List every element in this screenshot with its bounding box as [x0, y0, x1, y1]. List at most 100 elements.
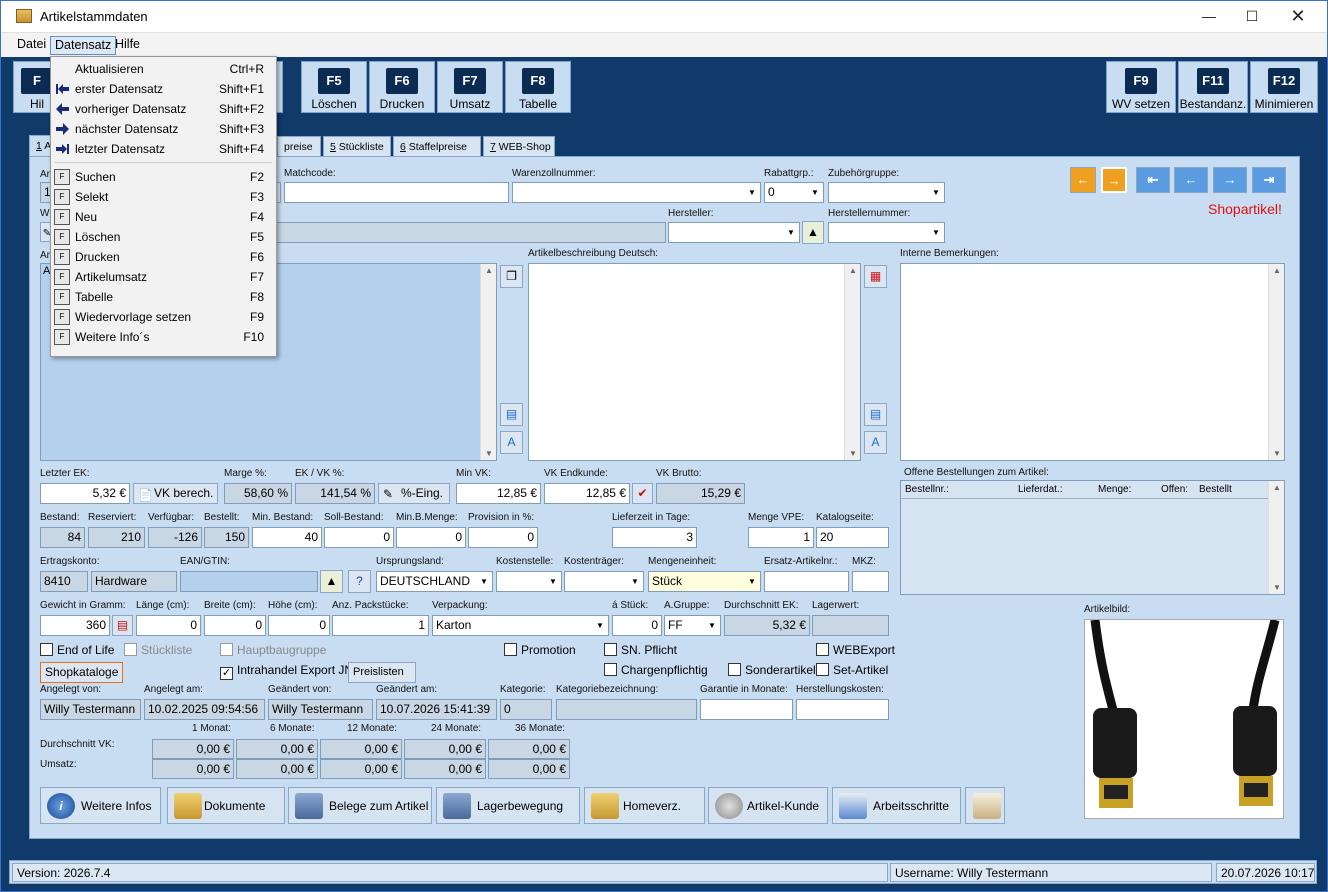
menu-item-loeschen[interactable]: F Löschen F5	[51, 227, 276, 247]
ersatz-input[interactable]	[764, 571, 849, 592]
preislisten-button[interactable]: Preislisten	[348, 662, 416, 683]
clipboard-button[interactable]	[965, 787, 1005, 824]
lagerbewegung-button[interactable]: Lagerbewegung	[436, 787, 580, 824]
mengevpe-input[interactable]: 1	[748, 527, 814, 548]
import-ean-icon[interactable]: ▲	[320, 570, 343, 593]
hersteller-combo[interactable]: ▼	[668, 222, 800, 243]
stueckliste-checkbox[interactable]: Stückliste	[124, 643, 192, 658]
kostenstelle-combo[interactable]: ▼	[496, 571, 562, 592]
dokumente-button[interactable]: Dokumente	[167, 787, 285, 824]
matchcode-input[interactable]	[284, 182, 509, 203]
hoehe-input[interactable]: 0	[268, 615, 330, 636]
sonder-checkbox[interactable]: Sonderartikel	[728, 663, 816, 678]
zubehoer-combo[interactable]: ▼	[828, 182, 945, 203]
belege-button[interactable]: Belege zum Artikel	[288, 787, 432, 824]
scrollbar[interactable]: ▲ ▼	[1268, 481, 1284, 594]
first-record-icon[interactable]: ←	[1070, 167, 1096, 193]
lieferzeit-input[interactable]: 3	[612, 527, 697, 548]
menu-datei[interactable]: Datei	[13, 37, 50, 51]
text-edit-icon[interactable]: A	[500, 431, 523, 454]
menu-item-drucken[interactable]: F Drucken F6	[51, 247, 276, 267]
katalogseite-input[interactable]: 20	[816, 527, 889, 548]
tab-staffelpreise[interactable]: 6 Staffelpreise	[393, 136, 481, 158]
charge-checkbox[interactable]: Chargenpflichtig	[604, 663, 708, 678]
f12-minimize-button[interactable]: F12 Minimieren	[1250, 61, 1318, 113]
rabatt-combo[interactable]: 0 ▼	[764, 182, 824, 203]
article-image[interactable]	[1084, 619, 1284, 819]
arbeitsschritte-button[interactable]: Arbeitsschritte	[832, 787, 961, 824]
maximize-window-button[interactable]: ☐	[1229, 1, 1275, 32]
scrollbar[interactable]: ▲ ▼	[844, 264, 860, 460]
menu-item-neu[interactable]: F Neu F4	[51, 207, 276, 227]
import-icon[interactable]: ▲	[802, 221, 824, 244]
jump-first-icon[interactable]: ⇤	[1136, 167, 1170, 193]
herstellernr-combo[interactable]: ▼	[828, 222, 945, 243]
weitere-infos-button[interactable]: i Weitere Infos	[40, 787, 161, 824]
scrollbar[interactable]: ▲ ▼	[1268, 264, 1284, 460]
hauptbaugruppe-checkbox[interactable]: Hauptbaugruppe	[220, 643, 326, 658]
herstkosten-input[interactable]	[796, 699, 889, 720]
breite-input[interactable]: 0	[204, 615, 266, 636]
laenge-input[interactable]: 0	[136, 615, 201, 636]
menu-item-aktualisieren[interactable]: Aktualisieren Ctrl+R	[51, 59, 276, 79]
copy-icon[interactable]: ❐	[500, 265, 523, 288]
menu-item-weitere-infos[interactable]: F Weitere Info´s F10	[51, 327, 276, 347]
mkz-input[interactable]	[852, 571, 889, 592]
garantie-input[interactable]	[700, 699, 793, 720]
prev-blue-icon[interactable]: ←	[1174, 167, 1208, 193]
f6-print-button[interactable]: F6 Drucken	[369, 61, 435, 113]
minbestand-input[interactable]: 40	[252, 527, 322, 548]
f8-table-button[interactable]: F8 Tabelle	[505, 61, 571, 113]
minimize-window-button[interactable]: —	[1186, 1, 1232, 32]
minvk-input[interactable]: 12,85 €	[456, 483, 541, 504]
text-edit-icon-2[interactable]: A	[864, 431, 887, 454]
f5-delete-button[interactable]: F5 Löschen	[301, 61, 367, 113]
tab-preise[interactable]: preise	[277, 136, 321, 158]
menu-item-erster[interactable]: erster Datensatz Shift+F1	[51, 79, 276, 99]
kostentraeger-combo[interactable]: ▼	[564, 571, 644, 592]
menu-item-naechster[interactable]: nächster Datensatz Shift+F3	[51, 119, 276, 139]
tab-webshop[interactable]: 7 WEB-Shop	[483, 136, 555, 158]
astueck-input[interactable]: 0	[612, 615, 662, 636]
snpflicht-checkbox[interactable]: SN. Pflicht	[604, 643, 677, 658]
mengeneinheit-combo[interactable]: Stück ▼	[648, 571, 761, 592]
ean-input[interactable]	[180, 571, 318, 592]
help-icon[interactable]: ?	[348, 570, 371, 593]
next-arrow-icon[interactable]: →	[1101, 167, 1127, 193]
homeverz-button[interactable]: Homeverz.	[584, 787, 705, 824]
prozent-eing-button[interactable]: ✎ %-Eing.	[378, 483, 450, 504]
description-textarea[interactable]: ▲ ▼	[528, 263, 861, 461]
intrahandel-checkbox[interactable]: ✓ Intrahandel Export JN	[220, 663, 353, 680]
vk-berech-button[interactable]: 📄 VK berech.	[133, 483, 218, 504]
ertragskonto-field[interactable]: 8410	[40, 571, 88, 592]
endoflife-checkbox[interactable]: End of Life	[40, 643, 114, 658]
set-checkbox[interactable]: Set-Artikel	[816, 663, 888, 678]
f7-sales-button[interactable]: F7 Umsatz	[437, 61, 503, 113]
article-name-field[interactable]	[273, 222, 666, 243]
menu-item-suchen[interactable]: F Suchen F2	[51, 167, 276, 187]
webexport-checkbox[interactable]: WEBExport	[816, 643, 895, 658]
menu-hilfe[interactable]: Hilfe	[111, 37, 144, 51]
menu-item-wiedervorlage[interactable]: F Wiedervorlage setzen F9	[51, 307, 276, 327]
warenzoll-combo[interactable]: ▼	[512, 182, 761, 203]
signature-icon[interactable]: ✔	[632, 483, 653, 504]
menu-item-artikelumsatz[interactable]: F Artikelumsatz F7	[51, 267, 276, 287]
weight-calc-icon[interactable]: ▤	[112, 615, 133, 636]
artikel-kunde-button[interactable]: Artikel-Kunde	[708, 787, 828, 824]
minbmenge-input[interactable]: 0	[396, 527, 466, 548]
next-blue-icon[interactable]: →	[1213, 167, 1247, 193]
shopkataloge-button[interactable]: Shopkataloge	[40, 662, 124, 683]
menu-item-letzter[interactable]: letzter Datensatz Shift+F4	[51, 139, 276, 159]
f9-resubmit-button[interactable]: F9 WV setzen	[1106, 61, 1176, 113]
kl-doc-icon[interactable]: ▤	[500, 403, 523, 426]
sollbestand-input[interactable]: 0	[324, 527, 394, 548]
tab-stueckliste[interactable]: 5 Stückliste	[323, 136, 391, 158]
agruppe-combo[interactable]: FF ▼	[664, 615, 721, 636]
menu-item-tabelle[interactable]: F Tabelle F8	[51, 287, 276, 307]
ursprungsland-combo[interactable]: DEUTSCHLAND ▼	[376, 571, 493, 592]
scrollbar[interactable]: ▲ ▼	[480, 264, 496, 460]
jump-last-icon[interactable]: ⇥	[1252, 167, 1286, 193]
flag-icon[interactable]: ▦	[864, 265, 887, 288]
menu-datensatz[interactable]: Datensatz	[50, 36, 117, 55]
letzter-ek-input[interactable]: 5,32 €	[40, 483, 130, 504]
